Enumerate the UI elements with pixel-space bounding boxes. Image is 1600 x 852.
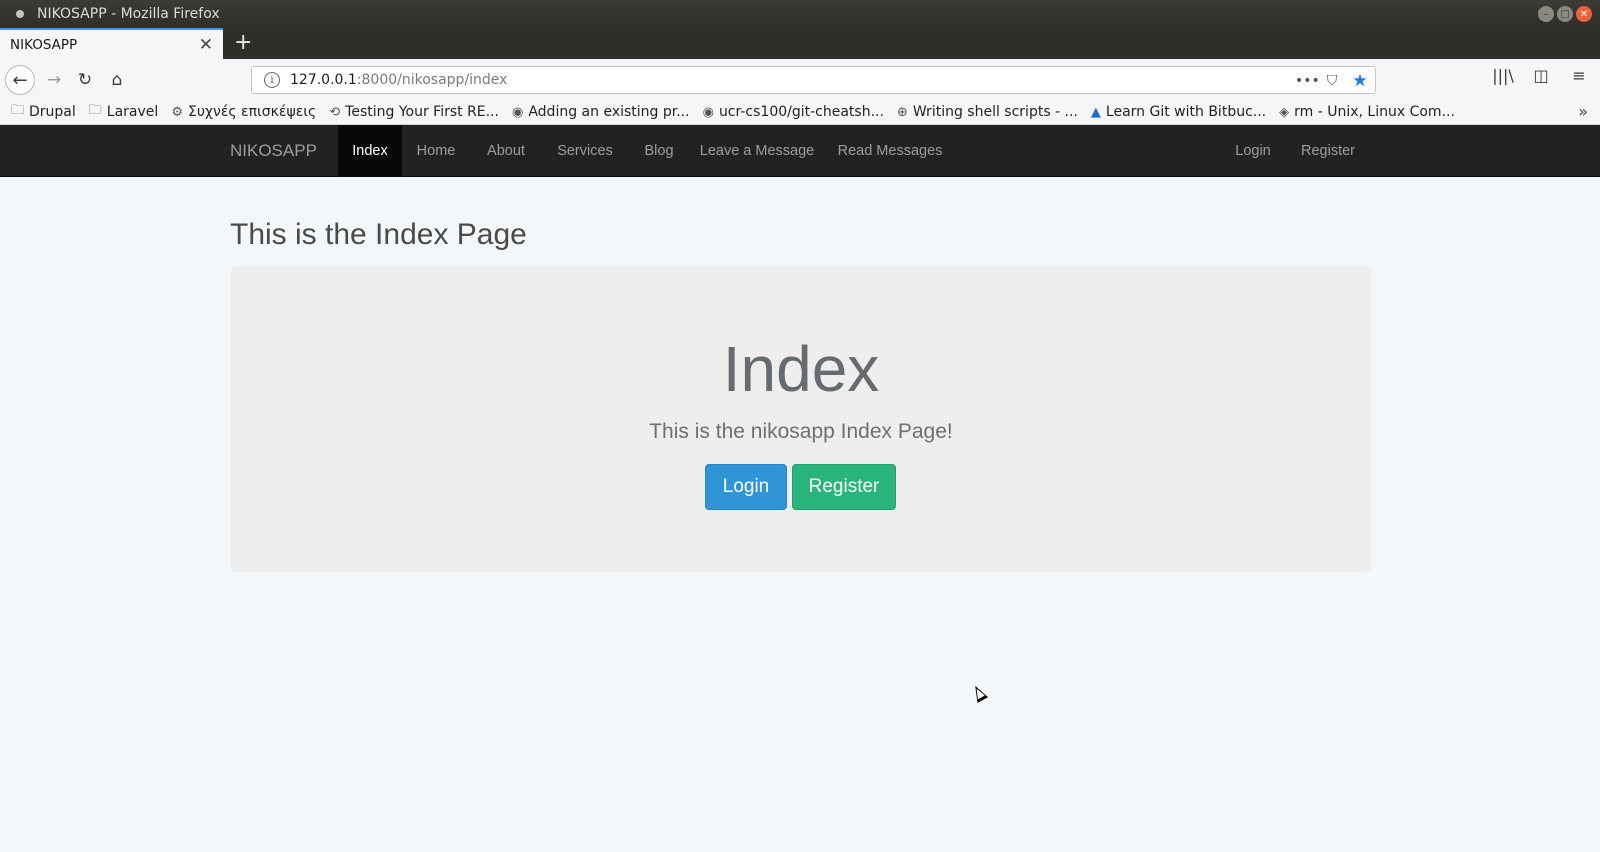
bookmark-label: Συχνές επισκέψεις — [187, 104, 317, 120]
bookmark-testing[interactable]: ⟲ Testing Your First RE... — [329, 104, 499, 120]
site-info-icon[interactable]: i — [264, 72, 280, 88]
window-title: NIKOSAPP - Mozilla Firefox — [37, 6, 220, 22]
new-tab-icon[interactable]: + — [234, 30, 252, 55]
bookmark-bitbucket[interactable]: ▲ Learn Git with Bitbuc... — [1091, 104, 1266, 120]
tab-label: NIKOSAPP — [10, 36, 78, 53]
nav-item-home[interactable]: Home — [402, 125, 470, 177]
bookmark-label: Laravel — [106, 104, 159, 120]
jumbotron: Index This is the nikosapp Index Page! L… — [231, 266, 1371, 572]
minimize-icon[interactable]: – — [1538, 6, 1554, 22]
bookmark-rm[interactable]: ◈ rm - Unix, Linux Com... — [1279, 104, 1455, 120]
bookmark-label: ucr-cs100/git-cheatsh... — [718, 104, 884, 120]
bookmark-star-icon[interactable]: ★ — [1351, 71, 1369, 91]
url-bar[interactable]: i 127.0.0.1 :8000/nikosapp/index ••• ⛉ ★ — [251, 66, 1376, 94]
github-icon: ◉ — [702, 104, 714, 120]
link-icon: ⟲ — [329, 104, 341, 120]
nav-item-login[interactable]: Login — [1222, 125, 1284, 177]
browser-toolbar: ← → ↻ ⌂ i 127.0.0.1 :8000/nikosapp/index… — [0, 59, 1600, 100]
tab-nikosapp[interactable]: NIKOSAPP ✕ — [0, 28, 223, 59]
globe-icon: ⊕ — [896, 104, 908, 120]
bookmark-drupal[interactable]: 🗀 Drupal — [11, 101, 76, 123]
github-icon: ◉ — [512, 104, 524, 120]
gear-icon: ⚙ — [171, 104, 183, 120]
bookmark-label: Writing shell scripts - ... — [912, 104, 1078, 120]
site-navbar: NIKOSAPP Index Home About Services Blog … — [0, 125, 1600, 177]
url-actions: ••• ⛉ ★ — [1295, 71, 1369, 91]
atlassian-icon: ▲ — [1090, 104, 1101, 120]
bookmark-adding[interactable]: ◉ Adding an existing pr... — [512, 104, 690, 120]
sidebar-icon[interactable]: ◫ — [1530, 66, 1552, 85]
nav-item-index[interactable]: Index — [338, 125, 402, 177]
nav-item-leave-message[interactable]: Leave a Message — [690, 125, 824, 177]
jumbotron-title: Index — [722, 333, 880, 405]
toolbar-right: |||\ ◫ ≡ — [1492, 66, 1590, 85]
bookmarks-overflow-icon[interactable]: » — [1578, 102, 1588, 121]
bookmark-label: Adding an existing pr... — [528, 104, 690, 120]
window-icon — [16, 10, 24, 18]
bookmark-label: Learn Git with Bitbuc... — [1105, 104, 1267, 120]
tab-strip: NIKOSAPP ✕ + — [0, 28, 1600, 59]
back-icon[interactable]: ← — [5, 65, 35, 95]
site-brand[interactable]: NIKOSAPP — [230, 125, 317, 177]
nav-item-about[interactable]: About — [470, 125, 542, 177]
nav-item-register[interactable]: Register — [1286, 125, 1370, 177]
pocket-icon[interactable]: ⛉ — [1323, 73, 1341, 89]
close-tab-icon[interactable]: ✕ — [199, 35, 213, 55]
bookmark-label: rm - Unix, Linux Com... — [1294, 104, 1455, 120]
bookmark-ucr[interactable]: ◉ ucr-cs100/git-cheatsh... — [703, 104, 884, 120]
forward-icon[interactable]: → — [40, 66, 68, 94]
bookmark-shell[interactable]: ⊕ Writing shell scripts - ... — [897, 104, 1078, 120]
bookmark-frequent[interactable]: ⚙ Συχνές επισκέψεις — [171, 104, 316, 120]
bookmark-laravel[interactable]: 🗀 Laravel — [89, 101, 159, 123]
window-titlebar: NIKOSAPP - Mozilla Firefox – □ ✕ — [0, 0, 1600, 28]
nav-item-services[interactable]: Services — [542, 125, 628, 177]
home-icon[interactable]: ⌂ — [103, 66, 131, 94]
folder-icon: 🗀 — [11, 103, 25, 118]
reload-icon[interactable]: ↻ — [71, 66, 99, 94]
nav-item-read-messages[interactable]: Read Messages — [824, 125, 956, 177]
menu-icon[interactable]: ≡ — [1568, 66, 1590, 85]
page-actions-icon[interactable]: ••• — [1295, 73, 1320, 89]
bookmark-label: Testing Your First RE... — [345, 104, 499, 120]
diamond-icon: ◈ — [1279, 104, 1290, 120]
url-path: :8000/nikosapp/index — [356, 72, 508, 88]
login-button[interactable]: Login — [705, 464, 787, 510]
maximize-icon[interactable]: □ — [1557, 6, 1573, 22]
url-host: 127.0.0.1 — [290, 72, 357, 88]
folder-icon: 🗀 — [88, 103, 102, 118]
close-window-icon[interactable]: ✕ — [1576, 6, 1592, 22]
bookmarks-bar: 🗀 Drupal 🗀 Laravel ⚙ Συχνές επισκέψεις ⟲… — [0, 100, 1600, 125]
window-controls: – □ ✕ — [1538, 6, 1592, 22]
bookmark-label: Drupal — [29, 104, 76, 120]
jumbotron-lead: This is the nikosapp Index Page! — [649, 420, 953, 443]
mouse-cursor-icon — [969, 683, 989, 703]
page-title: This is the Index Page — [230, 218, 527, 251]
nav-item-blog[interactable]: Blog — [628, 125, 690, 177]
register-button[interactable]: Register — [792, 464, 896, 510]
library-icon[interactable]: |||\ — [1492, 66, 1514, 85]
